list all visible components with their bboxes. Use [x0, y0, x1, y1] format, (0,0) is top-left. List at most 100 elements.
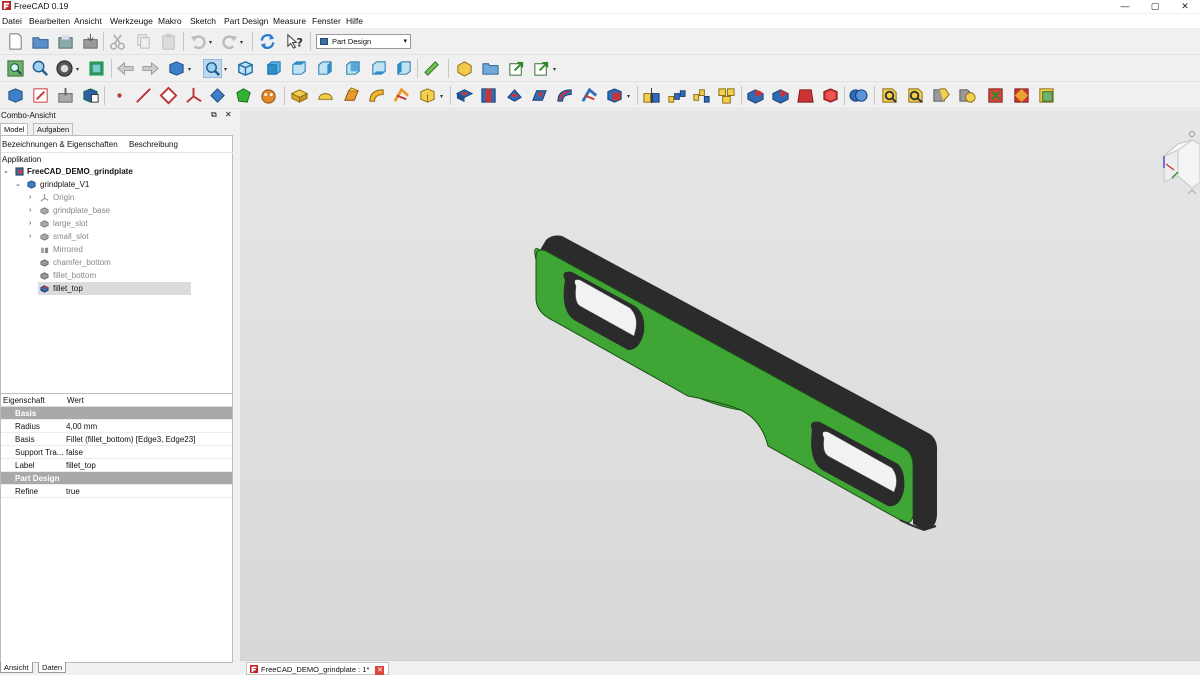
undo-dropdown-icon[interactable]: ▾	[209, 39, 212, 46]
back-arrow-icon[interactable]	[116, 59, 135, 78]
measure-toggle-all-icon[interactable]	[1012, 86, 1031, 105]
restore-button[interactable]: ▢	[1140, 0, 1170, 13]
create-link-icon[interactable]	[507, 59, 526, 78]
draft-icon[interactable]	[796, 86, 815, 105]
tab-aufgaben[interactable]: Aufgaben	[33, 123, 74, 135]
tree-item-chamfer-bottom[interactable]: chamfer_bottom	[1, 256, 231, 269]
chamfer-icon[interactable]	[771, 86, 790, 105]
save-as-icon[interactable]	[81, 32, 100, 51]
close-panel-icon[interactable]: ✕	[225, 110, 232, 119]
fillet-icon[interactable]	[746, 86, 765, 105]
view-top-icon[interactable]	[289, 59, 308, 78]
workbench-selector[interactable]: Part Design ▾	[316, 34, 411, 49]
revolution-icon[interactable]	[316, 86, 335, 105]
view-isometric-icon[interactable]	[236, 59, 255, 78]
datum-point-icon[interactable]	[110, 86, 129, 105]
redo-dropdown-icon[interactable]: ▾	[240, 39, 243, 46]
draw-style-dropdown-icon[interactable]: ▾	[76, 66, 79, 73]
property-row-basis[interactable]: Basis Fillet (fillet_bottom) [Edge3, Edg…	[1, 433, 232, 446]
cut-icon[interactable]	[108, 32, 127, 51]
view-rear-icon[interactable]	[343, 59, 362, 78]
forward-arrow-icon[interactable]	[141, 59, 160, 78]
tab-daten[interactable]: Daten	[38, 662, 67, 673]
additive-loft-icon[interactable]	[342, 86, 361, 105]
tab-ansicht[interactable]: Ansicht	[0, 662, 33, 673]
chevron-right-icon[interactable]: ›	[29, 217, 31, 230]
tab-model[interactable]: Model	[0, 123, 29, 135]
tree-item-fillet-top[interactable]: fillet_top	[38, 282, 191, 295]
shape-binder-icon[interactable]	[208, 86, 227, 105]
check-geometry-icon[interactable]	[880, 86, 899, 105]
datum-line-icon[interactable]	[134, 86, 153, 105]
subtractive-primitive-icon[interactable]	[605, 86, 624, 105]
clone-icon[interactable]	[81, 86, 100, 105]
redo-icon[interactable]	[220, 32, 239, 51]
undo-icon[interactable]	[189, 32, 208, 51]
zoom-box-icon[interactable]	[203, 59, 222, 78]
tree-item-large-slot[interactable]: › large_slot	[1, 217, 231, 230]
measure-linear-icon[interactable]	[906, 86, 925, 105]
menu-sketch[interactable]: Sketch	[190, 16, 216, 26]
refresh-icon[interactable]	[258, 32, 277, 51]
create-part-icon[interactable]	[455, 59, 474, 78]
mirrored-icon[interactable]	[642, 86, 661, 105]
subtractive-loft-icon[interactable]	[530, 86, 549, 105]
validate-sketch-icon[interactable]	[56, 86, 75, 105]
chevron-down-icon[interactable]: ⌄	[3, 165, 9, 178]
link-actions-dropdown-icon[interactable]: ▾	[553, 66, 556, 73]
additive-pipe-icon[interactable]	[367, 86, 386, 105]
measure-angular-icon[interactable]	[932, 86, 951, 105]
menu-ansicht[interactable]: Ansicht	[74, 16, 102, 26]
menu-fenster[interactable]: Fenster	[312, 16, 341, 26]
minimize-button[interactable]: —	[1110, 0, 1140, 13]
tree-column-labels-properties[interactable]: Bezeichnungen & Eigenschaften	[2, 140, 118, 149]
save-icon[interactable]	[56, 32, 75, 51]
navigation-cube[interactable]	[1152, 126, 1200, 198]
standard-views-dropdown-icon[interactable]: ▾	[188, 66, 191, 73]
subshape-binder-icon[interactable]	[234, 86, 253, 105]
property-row-label[interactable]: Label fillet_top	[1, 459, 232, 472]
property-group-part-design[interactable]: Part Design	[1, 472, 232, 485]
whats-this-help-icon[interactable]: ?	[285, 32, 304, 51]
additive-primitive-dropdown-icon[interactable]: ▾	[440, 93, 443, 100]
fit-all-icon[interactable]	[6, 59, 25, 78]
groove-icon[interactable]	[505, 86, 524, 105]
pad-icon[interactable]	[290, 86, 309, 105]
measure-distance-icon[interactable]	[422, 59, 441, 78]
property-group-basis[interactable]: Basis	[1, 407, 232, 420]
menu-makro[interactable]: Makro	[158, 16, 182, 26]
datum-plane-icon[interactable]	[159, 86, 178, 105]
create-sketch-icon[interactable]	[31, 86, 50, 105]
local-coordinate-system-icon[interactable]	[184, 86, 203, 105]
sub-object-shape-icon[interactable]	[259, 86, 278, 105]
property-row-support-transform[interactable]: Support Tra... false	[1, 446, 232, 459]
document-tab[interactable]: FreeCAD_DEMO_grindplate : 1* ✕	[246, 662, 390, 675]
menu-hilfe[interactable]: Hilfe	[346, 16, 363, 26]
menu-datei[interactable]: Datei	[2, 16, 22, 26]
menu-werkzeuge[interactable]: Werkzeuge	[110, 16, 153, 26]
undock-icon[interactable]: ⧉	[211, 110, 217, 120]
hole-icon[interactable]	[479, 86, 498, 105]
measure-refresh-icon[interactable]	[958, 86, 977, 105]
boolean-icon[interactable]	[849, 86, 868, 105]
thickness-icon[interactable]	[821, 86, 840, 105]
menu-bearbeiten[interactable]: Bearbeiten	[29, 16, 70, 26]
chevron-right-icon[interactable]: ›	[29, 204, 31, 217]
tree-item-small-slot[interactable]: › small_slot	[1, 230, 231, 243]
zoom-dropdown-icon[interactable]: ▾	[224, 66, 227, 73]
property-row-refine[interactable]: Refine true	[1, 485, 232, 498]
3d-viewport[interactable]	[240, 110, 1200, 660]
new-document-icon[interactable]	[6, 32, 25, 51]
bounding-box-icon[interactable]	[87, 59, 106, 78]
measure-toggle-3d-icon[interactable]	[1037, 86, 1056, 105]
chevron-right-icon[interactable]: ›	[29, 230, 31, 243]
view-right-icon[interactable]	[315, 59, 334, 78]
tree-item-mirrored[interactable]: Mirrored	[1, 243, 231, 256]
measure-clear-icon[interactable]	[986, 86, 1005, 105]
close-button[interactable]: ✕	[1170, 0, 1200, 13]
copy-icon[interactable]	[134, 32, 153, 51]
additive-primitive-icon[interactable]	[418, 86, 437, 105]
menu-measure[interactable]: Measure	[273, 16, 306, 26]
close-document-icon[interactable]: ✕	[375, 665, 385, 675]
pocket-icon[interactable]	[455, 86, 474, 105]
